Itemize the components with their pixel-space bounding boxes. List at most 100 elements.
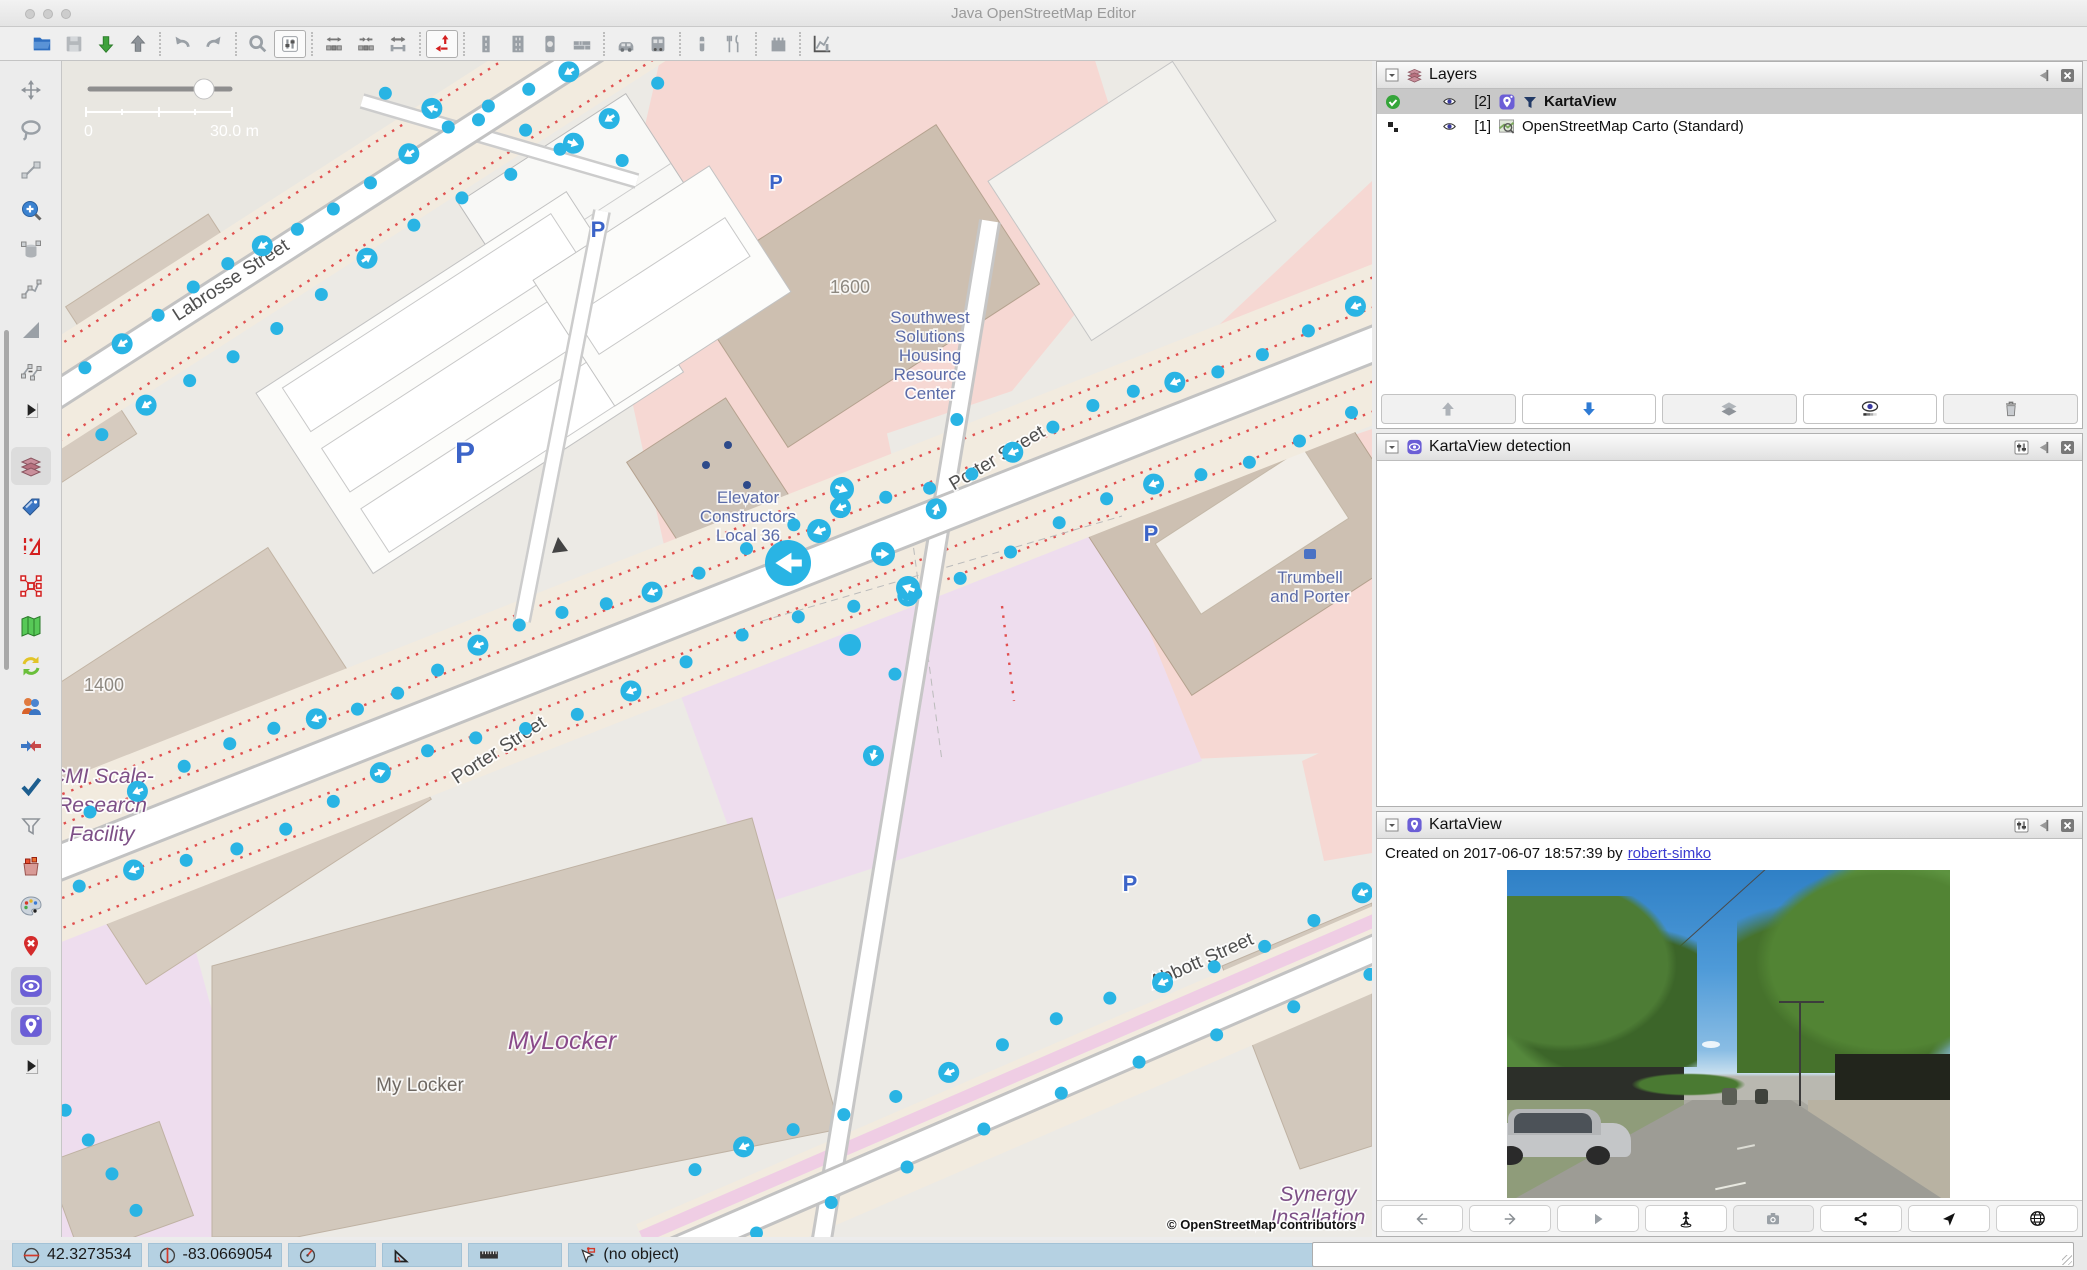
kartaview-image-marker[interactable] (186, 280, 200, 294)
heading-chip[interactable] (288, 1243, 377, 1267)
toggle-filter[interactable] (11, 807, 51, 845)
tool-select[interactable] (11, 71, 51, 109)
kartaview-image-marker[interactable] (83, 805, 97, 819)
kartaview-image-marker[interactable] (1211, 365, 1225, 379)
kartaview-image-marker[interactable] (179, 853, 193, 867)
kartaview-image-marker[interactable] (879, 490, 893, 504)
toggle-validator-errors[interactable] (11, 527, 51, 565)
kartaview-image-marker[interactable] (888, 667, 902, 681)
kartaview-image-marker[interactable] (765, 540, 811, 586)
visibility-eye-icon[interactable] (1441, 120, 1458, 133)
layer-row-kartaview[interactable]: [2] KartaView (1377, 89, 2082, 114)
kartaview-image-marker[interactable] (1049, 1012, 1063, 1026)
kartaview-image-marker[interactable] (1126, 384, 1140, 398)
restaurant-button[interactable] (718, 30, 750, 58)
toggle-validator-check[interactable] (11, 767, 51, 805)
object-info-chip[interactable]: (no object) (568, 1243, 1327, 1267)
toggle-conflicts[interactable] (11, 727, 51, 765)
open-button[interactable] (26, 30, 58, 58)
merge-layer-button[interactable] (1662, 394, 1797, 424)
kartaview-image-marker[interactable] (105, 1167, 119, 1181)
kartaview-image-marker[interactable] (519, 722, 533, 736)
visibility-eye-icon[interactable] (1441, 95, 1458, 108)
collapse-icon[interactable] (1383, 817, 1400, 834)
kartaview-image-marker[interactable] (739, 542, 753, 556)
kartaview-image-marker[interactable] (791, 610, 805, 624)
toggle-tags[interactable] (11, 487, 51, 525)
toggle-map-paint[interactable] (11, 607, 51, 645)
kartaview-image-marker[interactable] (469, 731, 483, 745)
tool-draw[interactable] (11, 151, 51, 189)
kartaview-image-marker[interactable] (1046, 420, 1060, 434)
kartaview-image-marker[interactable] (1086, 398, 1100, 412)
kartaview-image-marker[interactable] (651, 76, 665, 90)
kartaview-image-marker[interactable] (1292, 434, 1306, 448)
kartaview-image-marker[interactable] (1103, 991, 1117, 1005)
kartaview-image-marker[interactable] (226, 350, 240, 364)
chart-button[interactable] (806, 30, 838, 58)
kartaview-image-marker[interactable] (1054, 1086, 1068, 1100)
kartaview-image-marker[interactable] (183, 374, 197, 388)
road-button[interactable] (502, 30, 534, 58)
kartaview-image-marker[interactable] (950, 413, 964, 427)
tool-parallel[interactable] (11, 351, 51, 389)
kartaview-image-marker[interactable] (977, 1122, 991, 1136)
toggle-authors[interactable] (11, 687, 51, 725)
kartaview-image-marker[interactable] (151, 308, 165, 322)
bus-button[interactable] (642, 30, 674, 58)
toggle-layers[interactable] (10, 447, 51, 485)
kartaview-image-marker[interactable] (787, 518, 801, 532)
entrance-node[interactable] (702, 461, 710, 469)
resize-grip[interactable] (2062, 1255, 2072, 1265)
kartaview-image-marker[interactable] (1052, 516, 1066, 530)
search-button[interactable] (242, 30, 274, 58)
kartaview-image-marker[interactable] (824, 1195, 838, 1209)
close-panel-icon[interactable] (2059, 67, 2076, 84)
stick-panel-icon[interactable] (2036, 67, 2053, 84)
kartaview-image-marker[interactable] (72, 879, 86, 893)
play-sequence-button[interactable] (1556, 1205, 1639, 1232)
collapse-icon[interactable] (1383, 439, 1400, 456)
kartaview-image-marker[interactable] (314, 287, 328, 301)
stretch-button[interactable] (382, 30, 414, 58)
toggle-kartaview-detection[interactable] (10, 967, 51, 1005)
sidebar-scroll-indicator[interactable] (4, 330, 9, 670)
command-text-field[interactable] (1312, 1242, 2074, 1267)
kartaview-image-marker[interactable] (290, 222, 304, 236)
tool-expand-tools[interactable] (11, 391, 51, 429)
kartaview-image-marker[interactable] (692, 566, 706, 580)
layer-row-carto[interactable]: [1] OpenStreetMap Carto (Standard) (1377, 114, 2082, 139)
toggle-marker-x[interactable] (11, 927, 51, 965)
kartaview-image-marker[interactable] (441, 120, 455, 134)
kartaview-image-marker[interactable] (735, 628, 749, 642)
kartaview-image-marker[interactable] (688, 1163, 702, 1177)
move-layer-down-button[interactable] (1521, 394, 1657, 424)
kartaview-image-marker[interactable] (1100, 492, 1114, 506)
save-button[interactable] (58, 30, 90, 58)
milestone-button[interactable] (686, 30, 718, 58)
photo-viewer[interactable] (1377, 867, 2082, 1200)
toggle-refresh[interactable] (11, 647, 51, 685)
kartaview-image-marker[interactable] (378, 86, 392, 100)
kartaview-image-marker[interactable] (279, 822, 293, 836)
kartaview-image-marker[interactable] (570, 707, 584, 721)
kartaview-image-marker[interactable] (455, 191, 469, 205)
stick-panel-icon[interactable] (2036, 439, 2053, 456)
upload-button[interactable] (122, 30, 154, 58)
collapse-icon[interactable] (1383, 67, 1400, 84)
kartaview-image-marker[interactable] (95, 428, 109, 442)
kartaview-image-marker[interactable] (1287, 1000, 1301, 1014)
kartaview-image-marker[interactable] (519, 123, 533, 137)
download-button[interactable] (90, 30, 122, 58)
street-photo[interactable] (1507, 870, 1950, 1198)
kartaview-image-marker[interactable] (679, 655, 693, 669)
kartaview-image-marker[interactable] (421, 744, 435, 758)
tool-zoom[interactable] (11, 191, 51, 229)
toggle-relations[interactable] (11, 567, 51, 605)
kartaview-image-marker[interactable] (923, 481, 937, 495)
align-nodes-button[interactable] (350, 30, 382, 58)
kartaview-image-marker[interactable] (847, 599, 861, 613)
next-photo-button[interactable] (1468, 1205, 1551, 1232)
kartaview-image-marker[interactable] (431, 663, 445, 677)
kartaview-image-marker[interactable] (839, 634, 861, 656)
